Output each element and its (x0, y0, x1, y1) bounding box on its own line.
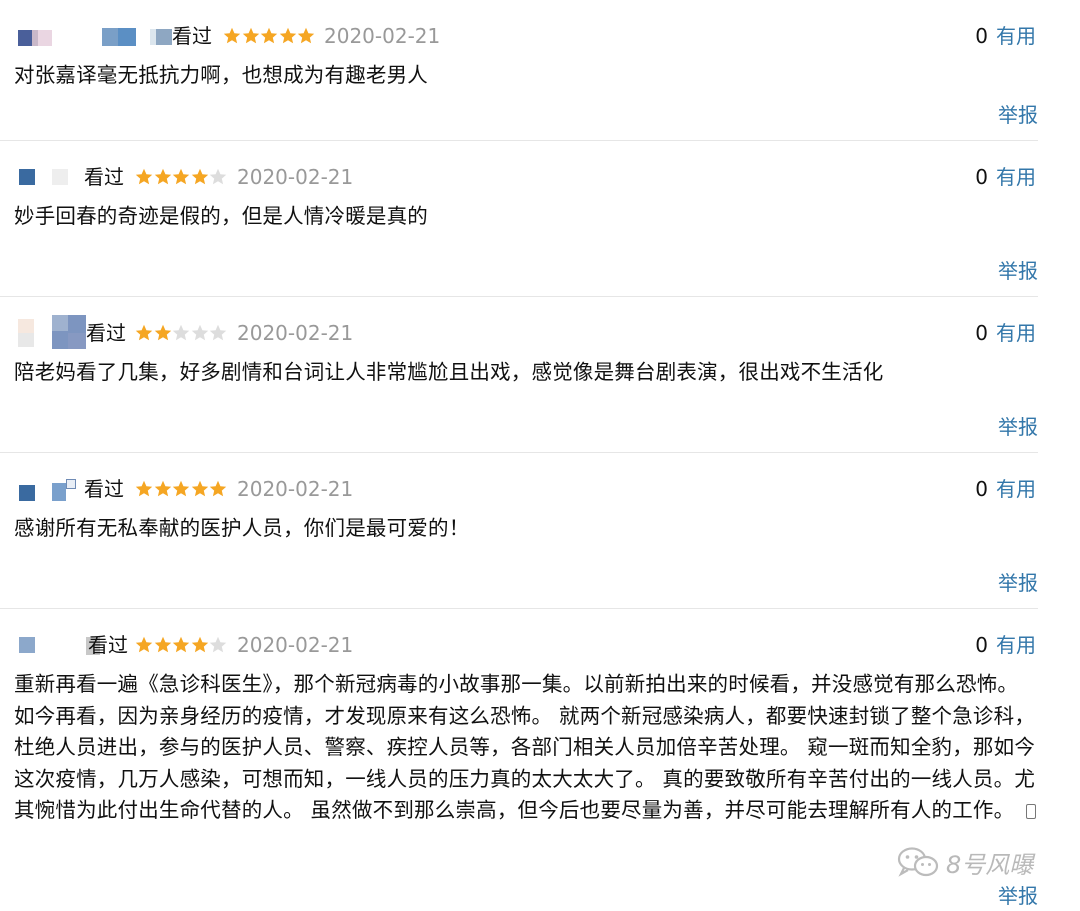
report-link[interactable]: 举报 (998, 412, 1038, 442)
star-icon (172, 168, 190, 185)
star-icon (279, 27, 296, 44)
watermark: 8号风曝 (896, 842, 1033, 882)
useful-vote: 0 有用 (975, 20, 1036, 52)
status-label: 看过 (84, 165, 124, 189)
useful-vote: 0 有用 (975, 629, 1036, 661)
review-item: 看过 2020-02-21 0 有用 妙手回春的奇迹是假的，但是人情冷暖是真的 举… (0, 141, 1038, 297)
rating-stars (135, 629, 228, 661)
review-text-block: 重新再看一遍《急诊科医生》，那个新冠病毒的小故事那一集。以前新拍出来的时候看，并… (14, 669, 1038, 827)
review-meta: 看过 2020-02-21 0 有用 (16, 629, 1036, 661)
useful-count: 0 (975, 165, 988, 189)
star-icon (154, 480, 171, 497)
review-text: 对张嘉译毫无抵抗力啊，也想成为有趣老男人 (14, 63, 428, 87)
star-icon (154, 168, 171, 185)
report-link[interactable]: 举报 (998, 881, 1038, 911)
star-icon (172, 636, 190, 653)
star-icon (154, 324, 171, 341)
watermark-text: 8号风曝 (946, 850, 1034, 879)
useful-button[interactable]: 有用 (996, 477, 1036, 501)
useful-button[interactable]: 有用 (996, 165, 1036, 189)
useful-vote: 0 有用 (975, 161, 1036, 193)
star-icon (209, 324, 227, 341)
review-text: 感谢所有无私奉献的医护人员，你们是最可爱的！ (14, 516, 470, 540)
status-label: 看过 (86, 321, 126, 345)
star-icon (209, 480, 227, 497)
star-icon (154, 636, 171, 653)
review-item: 看过 2020-02-21 0 有用 陪老妈看了几集，好多剧情和台词让人非常尴尬且… (0, 297, 1038, 453)
star-icon (135, 168, 153, 185)
review-text: 陪老妈看了几集，好多剧情和台词让人非常尴尬且出戏，感觉像是舞台剧表演，很出戏不生… (14, 360, 884, 384)
star-icon (223, 27, 241, 44)
star-icon (242, 27, 259, 44)
star-icon (135, 324, 153, 341)
star-icon (135, 636, 153, 653)
review-item: 看过 2020-02-21 0 有用 对张嘉译毫无抵抗力啊，也想成为有趣老男人 举… (0, 0, 1038, 141)
star-icon (191, 324, 208, 341)
useful-count: 0 (975, 321, 988, 345)
review-item: 看过 2020-02-21 0 有用 重新再看一遍《急诊科医生》，那个新冠病毒的小… (0, 609, 1038, 911)
review-date: 2020-02-21 (324, 24, 441, 48)
review-list: 看过 2020-02-21 0 有用 对张嘉译毫无抵抗力啊，也想成为有趣老男人 举… (0, 0, 1080, 911)
review-date: 2020-02-21 (237, 165, 354, 189)
star-icon (172, 324, 190, 341)
star-icon (191, 480, 208, 497)
review-date: 2020-02-21 (237, 321, 354, 345)
review-meta: 看过 2020-02-21 0 有用 (16, 161, 1036, 193)
review-item: 看过 2020-02-21 0 有用 感谢所有无私奉献的医护人员，你们是最可爱的！… (0, 453, 1038, 609)
star-icon (209, 168, 227, 185)
rating-stars (223, 20, 316, 52)
star-icon (191, 168, 208, 185)
review-meta: 看过 2020-02-21 0 有用 (16, 20, 1036, 52)
status-label: 看过 (88, 633, 128, 657)
report-link[interactable]: 举报 (998, 256, 1038, 286)
useful-button[interactable]: 有用 (996, 633, 1036, 657)
star-icon (209, 636, 227, 653)
review-text: 重新再看一遍《急诊科医生》，那个新冠病毒的小故事那一集。以前新拍出来的时候看，并… (14, 672, 1036, 822)
useful-count: 0 (975, 24, 988, 48)
useful-count: 0 (975, 633, 988, 657)
review-text: 妙手回春的奇迹是假的，但是人情冷暖是真的 (14, 204, 428, 228)
star-icon (191, 636, 208, 653)
useful-button[interactable]: 有用 (996, 24, 1036, 48)
status-label: 看过 (84, 477, 124, 501)
useful-vote: 0 有用 (975, 473, 1036, 505)
star-icon (135, 480, 153, 497)
review-meta: 看过 2020-02-21 0 有用 (16, 473, 1036, 505)
review-date: 2020-02-21 (237, 633, 354, 657)
useful-vote: 0 有用 (975, 317, 1036, 349)
star-icon (260, 27, 278, 44)
useful-count: 0 (975, 477, 988, 501)
useful-button[interactable]: 有用 (996, 321, 1036, 345)
phone-icon (1026, 804, 1037, 819)
star-icon (297, 27, 315, 44)
rating-stars (135, 317, 228, 349)
status-label: 看过 (172, 24, 212, 48)
rating-stars (135, 473, 228, 505)
review-date: 2020-02-21 (237, 477, 354, 501)
report-link[interactable]: 举报 (998, 568, 1038, 598)
star-icon (172, 480, 190, 497)
report-link[interactable]: 举报 (998, 100, 1038, 130)
wechat-icon (897, 847, 939, 877)
review-meta: 看过 2020-02-21 0 有用 (16, 315, 1036, 349)
rating-stars (135, 161, 228, 193)
